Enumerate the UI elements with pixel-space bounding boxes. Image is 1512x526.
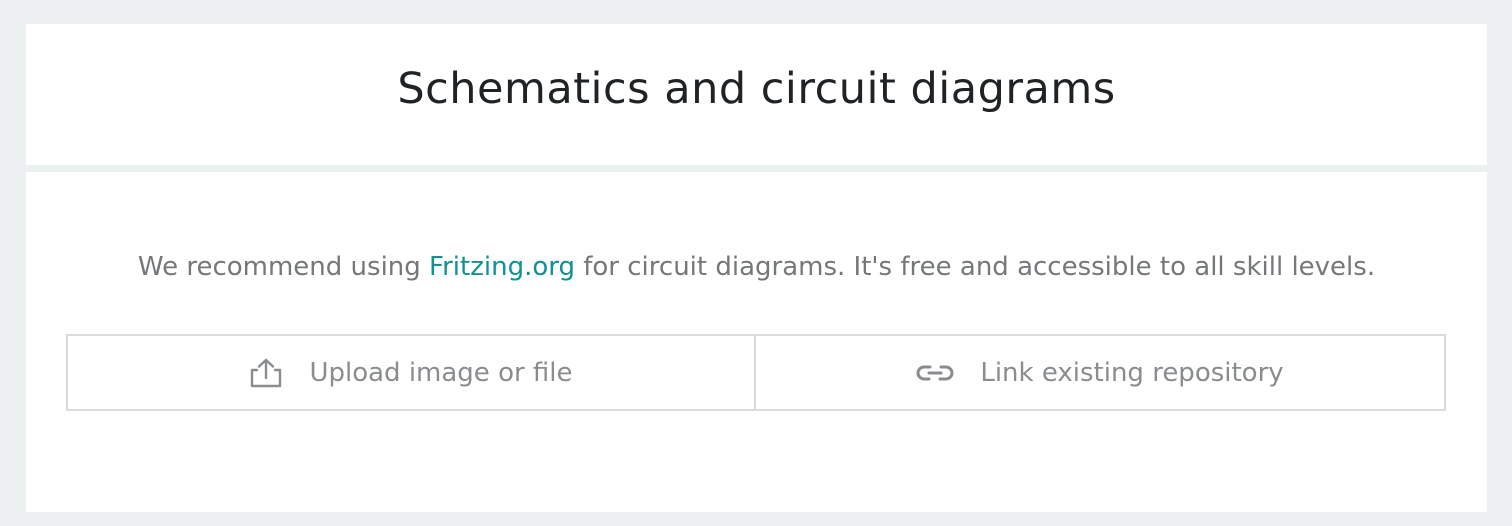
upload-icon [249,357,283,389]
recommendation-prefix: We recommend using [137,252,430,282]
link-repository-button[interactable]: Link existing repository [756,336,1444,409]
section-body: We recommend using Fritzing.org for circ… [26,172,1487,512]
link-icon [916,362,954,384]
action-button-group: Upload image or file Link existing repos… [66,334,1446,411]
link-button-label: Link existing repository [980,357,1284,388]
recommendation-text: We recommend using Fritzing.org for circ… [26,252,1487,282]
recommendation-suffix: for circuit diagrams. It's free and acce… [574,252,1376,282]
upload-file-button[interactable]: Upload image or file [68,336,756,409]
fritzing-link[interactable]: Fritzing.org [429,252,575,282]
section-header: Schematics and circuit diagrams [26,24,1487,165]
page-title: Schematics and circuit diagrams [397,63,1116,114]
upload-button-label: Upload image or file [309,357,573,388]
